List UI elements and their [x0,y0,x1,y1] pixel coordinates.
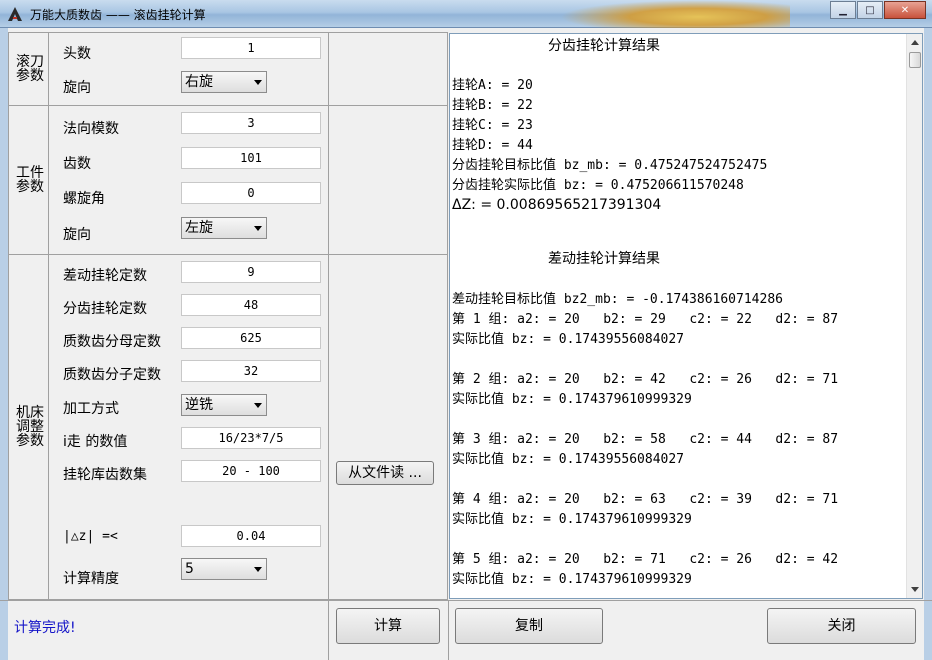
result-line: 挂轮A: = 20 [452,78,533,93]
helix-angle-input[interactable]: 0 [181,182,321,204]
panel-divider [328,32,329,600]
hob-direction-select[interactable]: 右旋 [181,71,267,93]
close-button[interactable]: 关闭 [767,608,916,644]
bottom-divider [448,600,449,660]
teeth-input[interactable]: 101 [181,147,321,169]
precision-value: 5 [185,561,194,577]
method-value: 逆铣 [185,397,213,413]
calculate-button[interactable]: 计算 [336,608,440,644]
gear-set-label: 挂轮库齿数集 [63,467,147,483]
group-actual-line: 实际比值 bz: = 0.174379610999329 [452,392,692,407]
diff-target-line: 差动挂轮目标比值 bz2_mb: = -0.174386160714286 [452,292,783,307]
precision-label: 计算精度 [63,571,119,587]
copy-button[interactable]: 复制 [455,608,603,644]
result-line: 挂轮B: = 22 [452,98,533,113]
scroll-up-icon[interactable] [911,40,919,45]
group-actual-line: 实际比值 bz: = 0.17439556084027 [452,452,685,467]
diff-result-title: 差动挂轮计算结果 [548,251,660,267]
index-const-input[interactable]: 48 [181,294,321,316]
bottom-divider [328,600,329,660]
hob-direction-label: 旋向 [63,80,91,96]
chevron-down-icon [254,567,262,572]
workpiece-group-label: 工件参数 [16,165,44,195]
status-message: 计算完成! [14,620,76,636]
hob-direction-value: 右旋 [185,74,213,90]
scroll-thumb[interactable] [909,52,921,68]
group-line: 第 4 组: a2: = 20 b2: = 63 c2: = 39 d2: = … [452,492,839,507]
teeth-label: 齿数 [63,156,91,172]
method-select[interactable]: 逆铣 [181,394,267,416]
prime-denominator-label: 质数齿分母定数 [63,334,161,350]
chevron-down-icon [254,80,262,85]
read-from-file-button[interactable]: 从文件读 ... [336,461,434,485]
i-value-label: i走 的数值 [63,434,128,450]
result-line: 分齿挂轮目标比值 bz_mb: = 0.475247524752475 [452,158,768,173]
workpiece-direction-value: 左旋 [185,220,213,236]
result-text-area[interactable]: 分齿挂轮计算结果 挂轮A: = 20 挂轮B: = 22 挂轮C: = 23 挂… [449,33,923,599]
group-line: 第 3 组: a2: = 20 b2: = 58 c2: = 44 d2: = … [452,432,839,447]
scroll-down-icon[interactable] [911,587,919,592]
group-line: 第 2 组: a2: = 20 b2: = 42 c2: = 26 d2: = … [452,372,839,387]
chevron-down-icon [254,403,262,408]
method-label: 加工方式 [63,401,119,417]
prime-numerator-label: 质数齿分子定数 [63,367,161,383]
panel-divider [48,32,49,600]
group-divider [8,254,448,255]
prime-numerator-input[interactable]: 32 [181,360,321,382]
result-line: 挂轮D: = 44 [452,138,533,153]
maximize-button[interactable]: □ [857,1,883,19]
helix-angle-label: 螺旋角 [63,191,105,207]
group-divider [8,105,448,106]
group-line: 第 1 组: a2: = 20 b2: = 29 c2: = 22 d2: = … [452,312,839,327]
vertical-scrollbar[interactable] [906,34,922,598]
precision-select[interactable]: 5 [181,558,267,580]
minimize-button[interactable]: ▁ [830,1,856,19]
group-actual-line: 实际比值 bz: = 0.17439556084027 [452,332,685,347]
group-actual-line: 实际比值 bz: = 0.174379610999329 [452,572,692,587]
module-label: 法向模数 [63,121,119,137]
window-controls: ▁ □ ✕ [829,1,926,19]
app-logo-icon [8,7,22,21]
bottom-divider [0,600,932,601]
close-window-button[interactable]: ✕ [884,1,926,19]
index-result-title: 分齿挂轮计算结果 [548,38,660,54]
prime-denominator-input[interactable]: 625 [181,327,321,349]
diff-const-input[interactable]: 9 [181,261,321,283]
machine-group-label: 机床调整参数 [16,405,44,449]
tolerance-input[interactable]: 0.04 [181,525,321,547]
group-actual-line: 实际比值 bz: = 0.174379610999329 [452,512,692,527]
hob-group-label: 滚刀参数 [16,54,44,84]
title-bar-background-art [560,0,790,28]
workpiece-direction-select[interactable]: 左旋 [181,217,267,239]
heads-label: 头数 [63,46,91,62]
workpiece-direction-label: 旋向 [63,227,91,243]
gear-set-input[interactable]: 20 - 100 [181,460,321,482]
window-title: 万能大质数齿 —— 滚齿挂轮计算 [30,8,206,22]
title-bar[interactable]: 万能大质数齿 —— 滚齿挂轮计算 ▁ □ ✕ [0,0,932,28]
module-input[interactable]: 3 [181,112,321,134]
heads-input[interactable]: 1 [181,37,321,59]
index-const-label: 分齿挂轮定数 [63,301,147,317]
result-line: 挂轮C: = 23 [452,118,533,133]
tolerance-label: |△z| =< [63,529,118,544]
group-line: 第 5 组: a2: = 20 b2: = 71 c2: = 26 d2: = … [452,552,839,567]
i-value-input[interactable]: 16/23*7/5 [181,427,321,449]
delta-z-line: ΔZ: = 0.00869565217391304 [452,197,662,213]
diff-const-label: 差动挂轮定数 [63,268,147,284]
chevron-down-icon [254,226,262,231]
result-line: 分齿挂轮实际比值 bz: = 0.475206611570248 [452,178,744,193]
